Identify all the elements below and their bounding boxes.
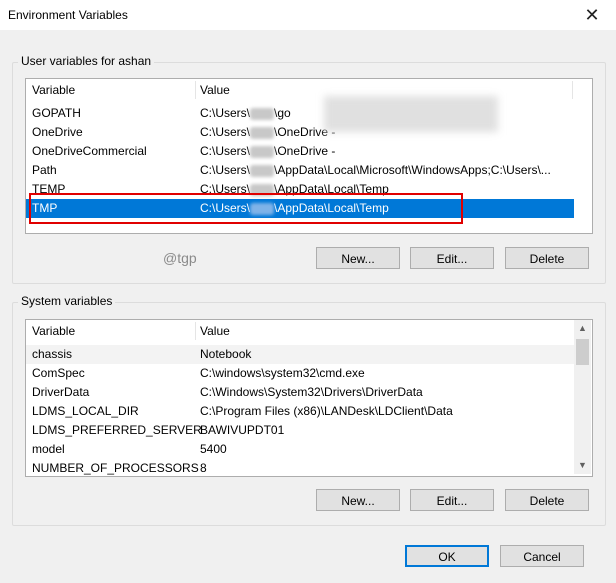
variable-name: chassis <box>32 347 73 361</box>
variable-value: BAWIVUPDT01 <box>200 423 285 437</box>
redacted-username <box>250 126 275 139</box>
system-new-button[interactable]: New... <box>316 489 400 511</box>
user-variables-label: User variables for ashan <box>18 54 155 68</box>
column-divider[interactable] <box>195 81 196 99</box>
variable-name: OneDriveCommercial <box>32 144 147 158</box>
scroll-down-icon[interactable]: ▼ <box>574 457 591 474</box>
ok-button[interactable]: OK <box>405 545 489 567</box>
variable-name: LDMS_LOCAL_DIR <box>32 404 139 418</box>
user-edit-button[interactable]: Edit... <box>410 247 494 269</box>
variable-name: LDMS_PREFERRED_SERVER <box>32 423 202 437</box>
column-divider[interactable] <box>572 81 573 99</box>
table-row[interactable]: model 5400 <box>26 440 574 459</box>
table-row[interactable]: Path C:\Users\ \AppData\Local\Microsoft\W… <box>26 161 574 180</box>
variable-name: model <box>32 442 65 456</box>
vertical-scrollbar[interactable]: ▲ ▼ <box>574 320 591 474</box>
variable-name: GOPATH <box>32 106 81 120</box>
variable-value: C:\Users\ \OneDrive - <box>200 144 336 158</box>
column-divider[interactable] <box>195 322 196 340</box>
table-row[interactable]: chassis Notebook <box>26 345 574 364</box>
scroll-thumb[interactable] <box>576 339 589 365</box>
variable-name: NUMBER_OF_PROCESSORS <box>32 461 199 475</box>
system-variables-label: System variables <box>18 294 116 308</box>
window-title: Environment Variables <box>8 8 128 22</box>
variable-value: C:\Users\ \AppData\Local\Microsoft\Window… <box>200 163 551 177</box>
table-row[interactable]: OneDriveCommercial C:\Users\ \OneDrive - <box>26 142 574 161</box>
watermark: @tgp <box>163 250 197 266</box>
table-row[interactable]: ComSpec C:\windows\system32\cmd.exe <box>26 364 574 383</box>
variable-value: 8 <box>200 461 207 475</box>
variable-value: C:\Windows\System32\Drivers\DriverData <box>200 385 423 399</box>
redacted-username <box>250 164 275 177</box>
user-new-button[interactable]: New... <box>316 247 400 269</box>
table-row[interactable]: LDMS_LOCAL_DIR C:\Program Files (x86)\LA… <box>26 402 574 421</box>
variable-value: 5400 <box>200 442 227 456</box>
system-variables-list[interactable]: Variable Value chassis Notebook ComSpec … <box>25 319 593 477</box>
table-row[interactable]: NUMBER_OF_PROCESSORS 8 <box>26 459 574 476</box>
column-header-variable[interactable]: Variable <box>32 320 192 342</box>
cancel-button[interactable]: Cancel <box>500 545 584 567</box>
table-row[interactable]: DriverData C:\Windows\System32\Drivers\D… <box>26 383 574 402</box>
system-delete-button[interactable]: Delete <box>505 489 589 511</box>
scroll-up-icon[interactable]: ▲ <box>574 320 591 337</box>
variable-name: ComSpec <box>32 366 85 380</box>
column-header-variable[interactable]: Variable <box>32 79 192 101</box>
user-delete-button[interactable]: Delete <box>505 247 589 269</box>
variable-value: C:\Users\ \OneDrive - <box>200 125 336 139</box>
column-header-value[interactable]: Value <box>200 320 570 342</box>
close-icon[interactable]: ✕ <box>572 2 612 28</box>
highlight-box <box>29 193 463 224</box>
variable-value: C:\windows\system32\cmd.exe <box>200 366 365 380</box>
variable-value: C:\Program Files (x86)\LANDesk\LDClient\… <box>200 404 453 418</box>
variable-value: Notebook <box>200 347 252 361</box>
table-row[interactable]: LDMS_PREFERRED_SERVER BAWIVUPDT01 <box>26 421 574 440</box>
system-edit-button[interactable]: Edit... <box>410 489 494 511</box>
variable-name: DriverData <box>32 385 90 399</box>
redacted-username <box>250 107 275 120</box>
variable-name: Path <box>32 163 57 177</box>
redacted-username <box>250 145 275 158</box>
variable-value: C:\Users\ \go <box>200 106 291 120</box>
variable-name: OneDrive <box>32 125 83 139</box>
redacted-region <box>324 96 498 132</box>
